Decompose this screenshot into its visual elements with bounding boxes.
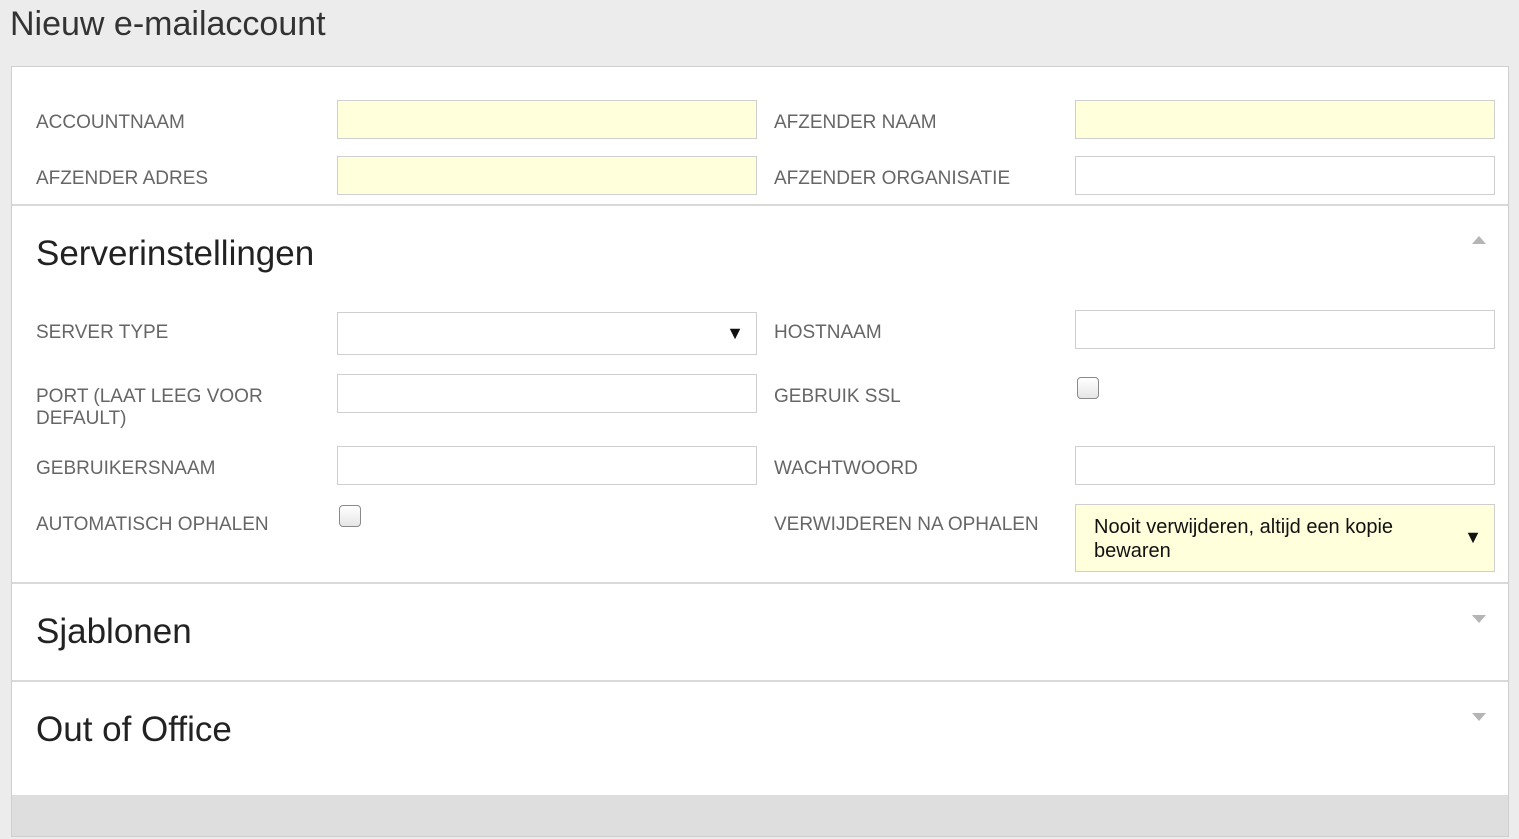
section-divider [12, 680, 1508, 682]
caret-down-icon[interactable] [1472, 713, 1486, 721]
section-divider [12, 582, 1508, 584]
verwijderen-value: Nooit verwijderen, altijd een kopie bewa… [1094, 516, 1394, 562]
afzender-naam-label: AFZENDER NAAM [774, 112, 937, 133]
accountnaam-label: ACCOUNTNAAM [36, 112, 185, 133]
dropdown-arrow-icon: ▼ [1464, 527, 1482, 547]
auto-ophalen-checkbox[interactable] [339, 505, 361, 527]
verwijderen-label: VERWIJDEREN NA OPHALEN [774, 514, 1039, 535]
afzender-adres-input[interactable] [337, 156, 757, 195]
gebruikersnaam-input[interactable] [337, 446, 757, 485]
dropdown-arrow-icon: ▼ [726, 323, 744, 343]
afzender-adres-label: AFZENDER ADRES [36, 168, 209, 189]
afzender-organisatie-label: AFZENDER ORGANISATIE [774, 168, 1011, 189]
port-input[interactable] [337, 374, 757, 413]
hostnaam-input[interactable] [1075, 310, 1495, 349]
out-of-office-title[interactable]: Out of Office [36, 710, 232, 750]
hostnaam-label: HOSTNAAM [774, 322, 882, 343]
gebruikersnaam-label: GEBRUIKERSNAAM [36, 458, 216, 479]
server-settings-title[interactable]: Serverinstellingen [36, 234, 314, 274]
verwijderen-select[interactable]: Nooit verwijderen, altijd een kopie bewa… [1075, 504, 1495, 572]
account-form-panel: ACCOUNTNAAM AFZENDER NAAM AFZENDER ADRES… [11, 66, 1509, 837]
afzender-organisatie-input[interactable] [1075, 156, 1495, 195]
page-title: Nieuw e-mailaccount [10, 5, 326, 43]
server-type-label: SERVER TYPE [36, 322, 169, 343]
caret-up-icon[interactable] [1472, 236, 1486, 244]
accountnaam-input[interactable] [337, 100, 757, 139]
ssl-checkbox[interactable] [1077, 377, 1099, 399]
auto-ophalen-label: AUTOMATISCH OPHALEN [36, 514, 269, 535]
caret-down-icon[interactable] [1472, 615, 1486, 623]
wachtwoord-label: WACHTWOORD [774, 458, 918, 479]
ssl-label: GEBRUIK SSL [774, 386, 901, 407]
port-label: PORT (LAAT LEEG VOOR DEFAULT) [36, 386, 263, 429]
server-type-select[interactable]: ▼ [337, 312, 757, 355]
section-divider [12, 204, 1508, 206]
wachtwoord-input[interactable] [1075, 446, 1495, 485]
sjablonen-title[interactable]: Sjablonen [36, 612, 192, 652]
footer-bar [12, 795, 1508, 836]
afzender-naam-input[interactable] [1075, 100, 1495, 139]
